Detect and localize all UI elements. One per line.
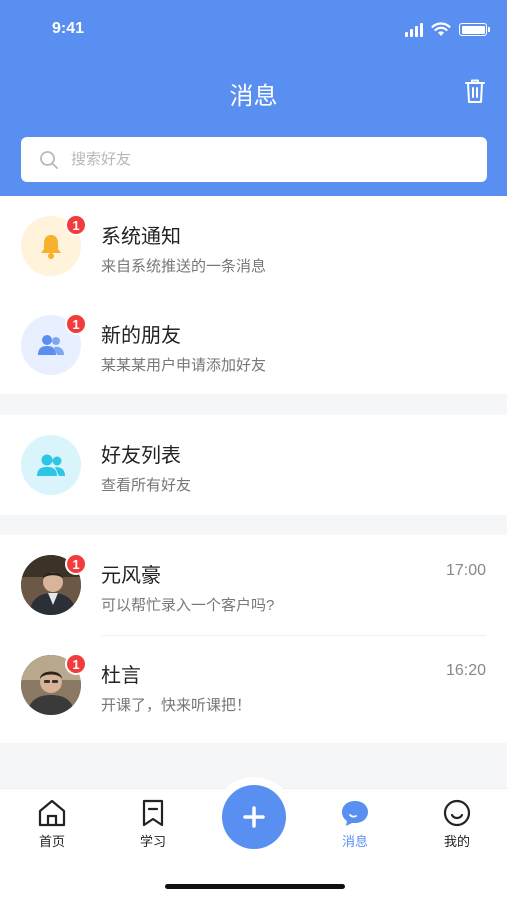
unread-badge: 1 [65,313,87,335]
tab-home[interactable]: 首页 [22,799,82,850]
tab-label: 学习 [139,834,166,849]
tab-label: 我的 [443,834,470,849]
item-subtitle: 某某某用户申请添加好友 [101,357,267,374]
group-icon [37,454,65,476]
list-item-friends-list[interactable]: 好友列表 查看所有好友 [0,415,507,515]
search-bar[interactable] [21,137,487,182]
tab-bar: 首页 学习 消息 我的 [0,777,507,900]
system-section: 1 系统通知 来自系统推送的一条消息 1 新的朋友 某某某用户申请添加好友 [0,196,507,394]
bell-icon [41,235,61,259]
tab-label: 消息 [341,834,368,849]
item-subtitle: 来自系统推送的一条消息 [101,258,267,275]
chat-name: 杜言 [101,665,141,687]
friends-list-avatar [21,435,81,495]
list-item-new-friends[interactable]: 1 新的朋友 某某某用户申请添加好友 [0,295,507,395]
tab-messages[interactable]: 消息 [325,799,385,850]
list-item-system-notice[interactable]: 1 系统通知 来自系统推送的一条消息 [0,196,507,296]
chat-message: 开课了，快来听课把！ [101,697,252,714]
item-title: 新的朋友 [101,325,181,347]
battery-icon [459,23,490,36]
status-bar: 9:41 [0,0,507,60]
header: 9:41 消息 [0,0,507,196]
unread-badge: 1 [65,653,87,675]
chat-message: 可以帮忙录入一个客户吗? [101,597,275,614]
system-notice-avatar: 1 [21,214,87,276]
friends-section: 好友列表 查看所有好友 [0,415,507,515]
status-icons [405,22,490,37]
plus-icon [243,806,265,828]
chat-section: 1 元风豪 可以帮忙录入一个客户吗? 17:00 1 杜言 开课了，快来听课把！… [0,535,507,743]
wifi-icon [431,22,451,36]
home-indicator [165,884,345,889]
tab-study[interactable]: 学习 [123,799,183,850]
signal-icon [405,22,423,37]
chat-item[interactable]: 1 杜言 开课了，快来听课把！ 16:20 [0,635,507,735]
tab-label: 首页 [38,834,65,849]
chat-time: 16:20 [445,662,486,679]
item-subtitle: 查看所有好友 [101,477,192,494]
chat-bubble-icon [342,801,368,826]
tab-mine[interactable]: 我的 [427,799,487,850]
chat-name: 元风豪 [101,565,161,587]
page-title: 消息 [229,83,278,110]
unread-badge: 1 [65,553,87,575]
status-time: 9:41 [52,20,85,37]
chat-time: 17:00 [445,562,486,579]
avatar: 1 [21,653,87,715]
add-button[interactable] [222,785,286,849]
home-icon [38,799,66,827]
search-icon [40,150,58,169]
unread-badge: 1 [65,214,87,236]
chat-item[interactable]: 1 元风豪 可以帮忙录入一个客户吗? 17:00 [0,535,507,635]
item-title: 系统通知 [101,226,181,248]
trash-icon[interactable] [463,78,487,104]
smile-icon [443,799,471,827]
bookmark-icon [142,799,164,827]
item-title: 好友列表 [101,445,181,467]
avatar: 1 [21,553,87,615]
new-friends-avatar: 1 [21,313,87,375]
users-icon [38,335,64,355]
search-input[interactable] [71,151,431,168]
